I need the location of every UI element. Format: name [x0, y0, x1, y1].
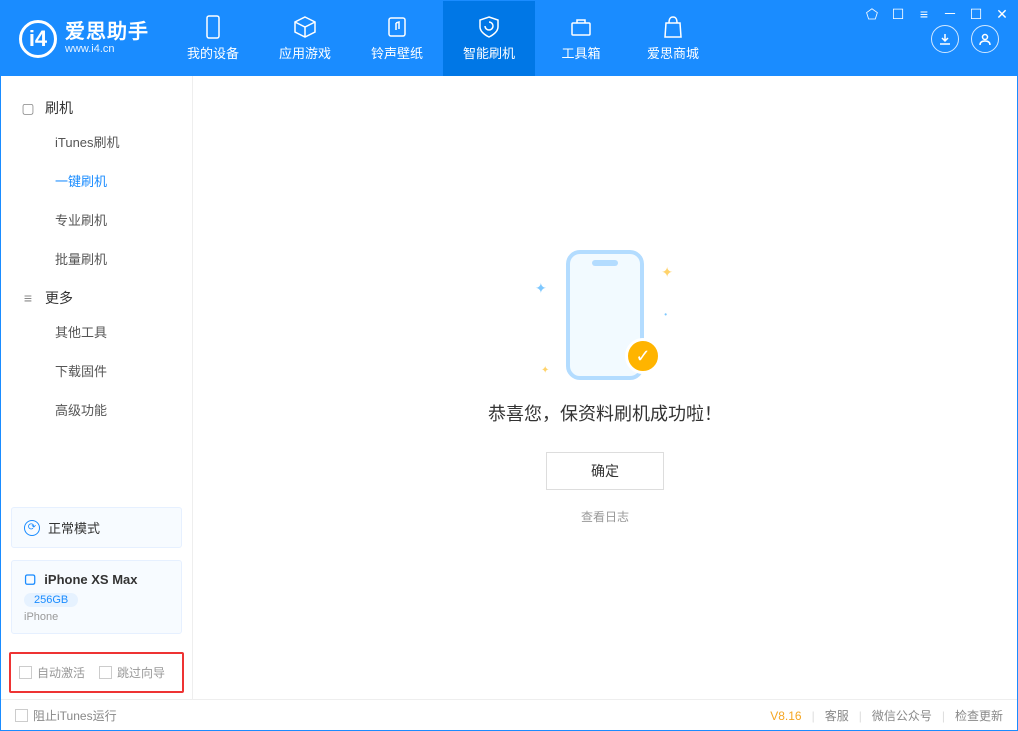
- sidebar-group-flash: ▢刷机: [1, 88, 192, 122]
- bag-icon: [661, 15, 685, 39]
- sidebar-item-other[interactable]: 其他工具: [1, 312, 192, 351]
- device-type: iPhone: [24, 611, 169, 623]
- mode-icon: ⟳: [24, 520, 40, 536]
- sparkle-icon: ✦: [661, 264, 673, 281]
- view-log-link[interactable]: 查看日志: [581, 508, 629, 525]
- main-content: ✓ ✦ ✦ ✦ • 恭喜您，保资料刷机成功啦！ 确定 查看日志: [193, 76, 1017, 699]
- storage-badge: 256GB: [24, 593, 78, 607]
- user-icon[interactable]: [971, 25, 999, 53]
- sidebar-item-oneclick[interactable]: 一键刷机: [1, 161, 192, 200]
- sidebar-item-firmware[interactable]: 下载固件: [1, 351, 192, 390]
- tab-tools[interactable]: 工具箱: [535, 1, 627, 76]
- checkbox-block-itunes[interactable]: 阻止iTunes运行: [15, 707, 117, 724]
- version-label: V8.16: [770, 709, 801, 723]
- shirt-icon[interactable]: ⬠: [864, 6, 880, 23]
- sidebar-item-pro[interactable]: 专业刷机: [1, 200, 192, 239]
- checkbox-auto-activate[interactable]: 自动激活: [19, 664, 85, 681]
- tab-device[interactable]: 我的设备: [167, 1, 259, 76]
- success-message: 恭喜您，保资料刷机成功啦！: [488, 400, 722, 426]
- sparkle-icon: ✦: [541, 365, 549, 376]
- tab-ring[interactable]: 铃声壁纸: [351, 1, 443, 76]
- cube-icon: [293, 15, 317, 39]
- download-icon[interactable]: [931, 25, 959, 53]
- device-icon: ▢: [21, 101, 35, 115]
- check-badge-icon: ✓: [625, 338, 661, 374]
- tab-flash[interactable]: 智能刷机: [443, 1, 535, 76]
- sidebar-group-more: ≡更多: [1, 278, 192, 312]
- music-icon: [385, 15, 409, 39]
- checkbox-icon: [99, 666, 112, 679]
- sparkle-icon: •: [664, 310, 667, 319]
- checkbox-icon: [15, 709, 28, 722]
- app-name: 爱思助手: [65, 21, 149, 43]
- logo-icon: i4: [19, 20, 57, 58]
- minimize-icon[interactable]: －: [942, 4, 958, 24]
- menu-icon[interactable]: ≡: [916, 6, 932, 22]
- wechat-link[interactable]: 微信公众号: [872, 707, 932, 724]
- toolbox-icon: [569, 15, 593, 39]
- sidebar-item-itunes[interactable]: iTunes刷机: [1, 122, 192, 161]
- header: i4 爱思助手 www.i4.cn 我的设备 应用游戏 铃声壁纸 智能刷机 工具…: [1, 1, 1017, 76]
- phone-icon: [201, 15, 225, 39]
- tab-store[interactable]: 爱思商城: [627, 1, 719, 76]
- sidebar-item-advanced[interactable]: 高级功能: [1, 390, 192, 429]
- checkbox-icon: [19, 666, 32, 679]
- device-mode[interactable]: ⟳正常模式: [11, 507, 182, 548]
- app-url: www.i4.cn: [65, 43, 149, 55]
- lock-icon[interactable]: ☐: [890, 6, 906, 23]
- logo: i4 爱思助手 www.i4.cn: [1, 1, 167, 76]
- success-illustration: ✓ ✦ ✦ ✦ •: [545, 250, 665, 380]
- window-controls: ⬠ ☐ ≡ － ☐ ✕: [864, 4, 1010, 24]
- sidebar-item-batch[interactable]: 批量刷机: [1, 239, 192, 278]
- checkbox-skip-guide[interactable]: 跳过向导: [99, 664, 165, 681]
- close-icon[interactable]: ✕: [994, 6, 1010, 23]
- sidebar: ▢刷机 iTunes刷机 一键刷机 专业刷机 批量刷机 ≡更多 其他工具 下载固…: [1, 76, 193, 699]
- footer: 阻止iTunes运行 V8.16 | 客服 | 微信公众号 | 检查更新: [1, 699, 1017, 731]
- flash-options-highlight: 自动激活 跳过向导: [9, 652, 184, 693]
- support-link[interactable]: 客服: [825, 707, 849, 724]
- sparkle-icon: ✦: [535, 280, 547, 297]
- list-icon: ≡: [21, 291, 35, 305]
- phone-small-icon: ▢: [24, 571, 36, 587]
- update-link[interactable]: 检查更新: [955, 707, 1003, 724]
- shield-icon: [477, 15, 501, 39]
- ok-button[interactable]: 确定: [546, 452, 664, 490]
- device-info[interactable]: ▢iPhone XS Max 256GB iPhone: [11, 560, 182, 634]
- tab-apps[interactable]: 应用游戏: [259, 1, 351, 76]
- maximize-icon[interactable]: ☐: [968, 6, 984, 23]
- main-tabs: 我的设备 应用游戏 铃声壁纸 智能刷机 工具箱 爱思商城: [167, 1, 913, 76]
